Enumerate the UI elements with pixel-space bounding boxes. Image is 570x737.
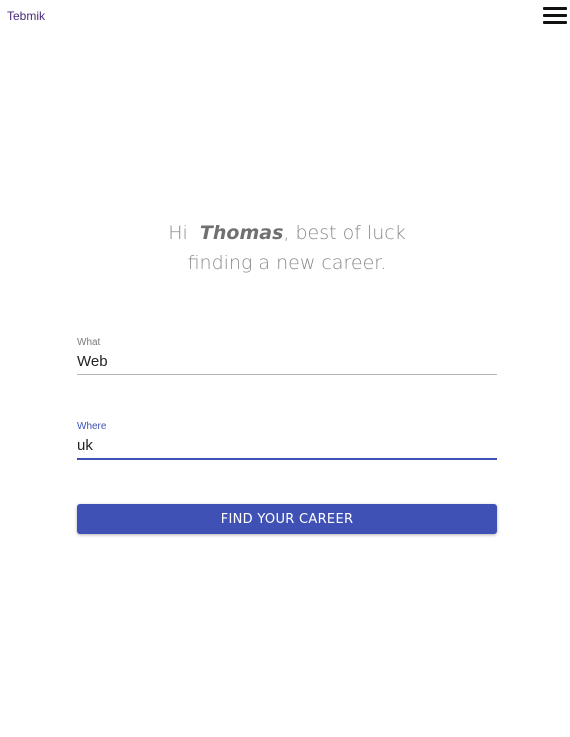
page: Tebmik Hi Thomas, best of luck finding a… xyxy=(0,0,570,737)
user-name: Thomas xyxy=(199,222,284,244)
hamburger-menu-icon[interactable] xyxy=(543,5,567,25)
find-your-career-button[interactable]: FIND YOUR CAREER xyxy=(77,504,497,534)
greeting-rest: , best of luck xyxy=(283,222,406,244)
greeting-line-1: Hi Thomas, best of luck xyxy=(0,218,570,248)
greeting-hi: Hi xyxy=(168,222,188,244)
greeting-message: Hi Thomas, best of luck finding a new ca… xyxy=(0,218,570,278)
where-underline xyxy=(77,458,497,460)
greeting-line-2: finding a new career. xyxy=(187,252,387,274)
brand-link[interactable]: Tebmik xyxy=(7,9,45,23)
menu-bar xyxy=(543,21,567,24)
what-input[interactable] xyxy=(77,349,497,374)
where-label: Where xyxy=(77,421,107,432)
what-underline xyxy=(77,374,497,375)
menu-bar xyxy=(543,7,567,10)
menu-bar xyxy=(543,14,567,17)
what-label: What xyxy=(77,337,101,348)
where-field: Where xyxy=(77,421,497,460)
where-input[interactable] xyxy=(77,433,497,458)
what-field: What xyxy=(77,337,497,375)
